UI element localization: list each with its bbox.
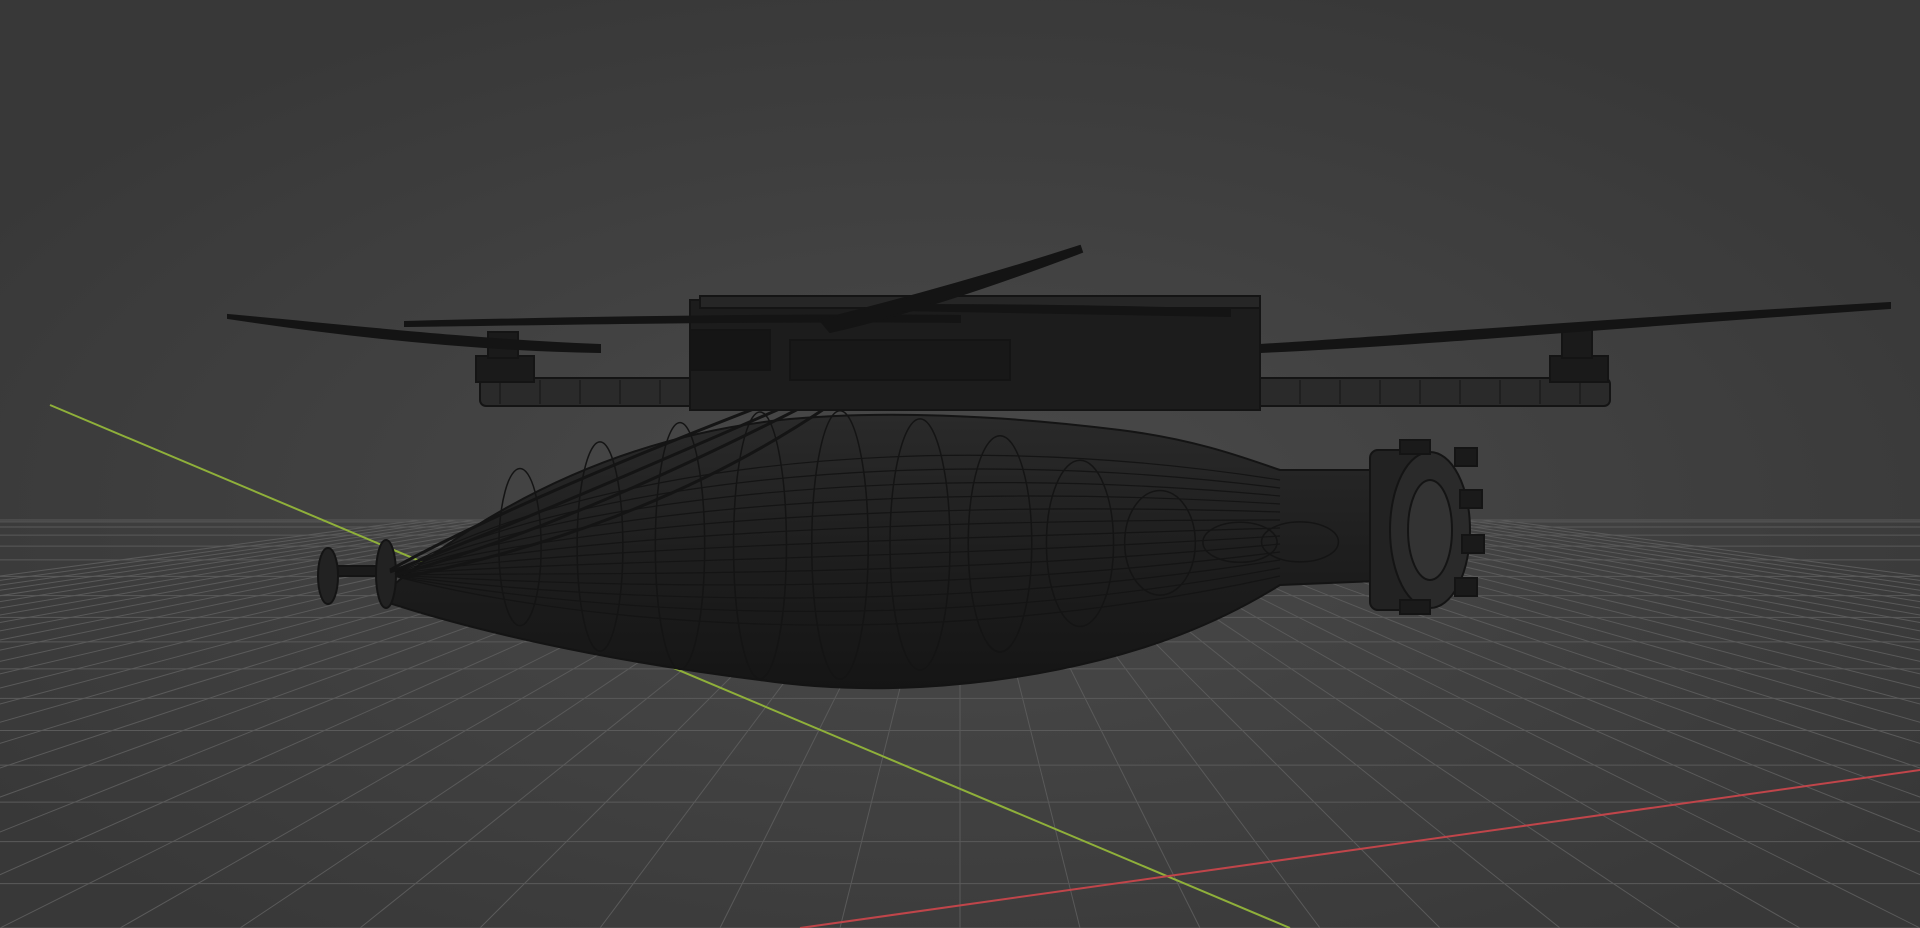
battery-block [789, 339, 1011, 381]
viewport-scene[interactable] [0, 0, 1920, 928]
3d-viewport[interactable] [0, 0, 1920, 928]
tail-fins [1369, 439, 1485, 615]
electronics-block [689, 329, 771, 371]
